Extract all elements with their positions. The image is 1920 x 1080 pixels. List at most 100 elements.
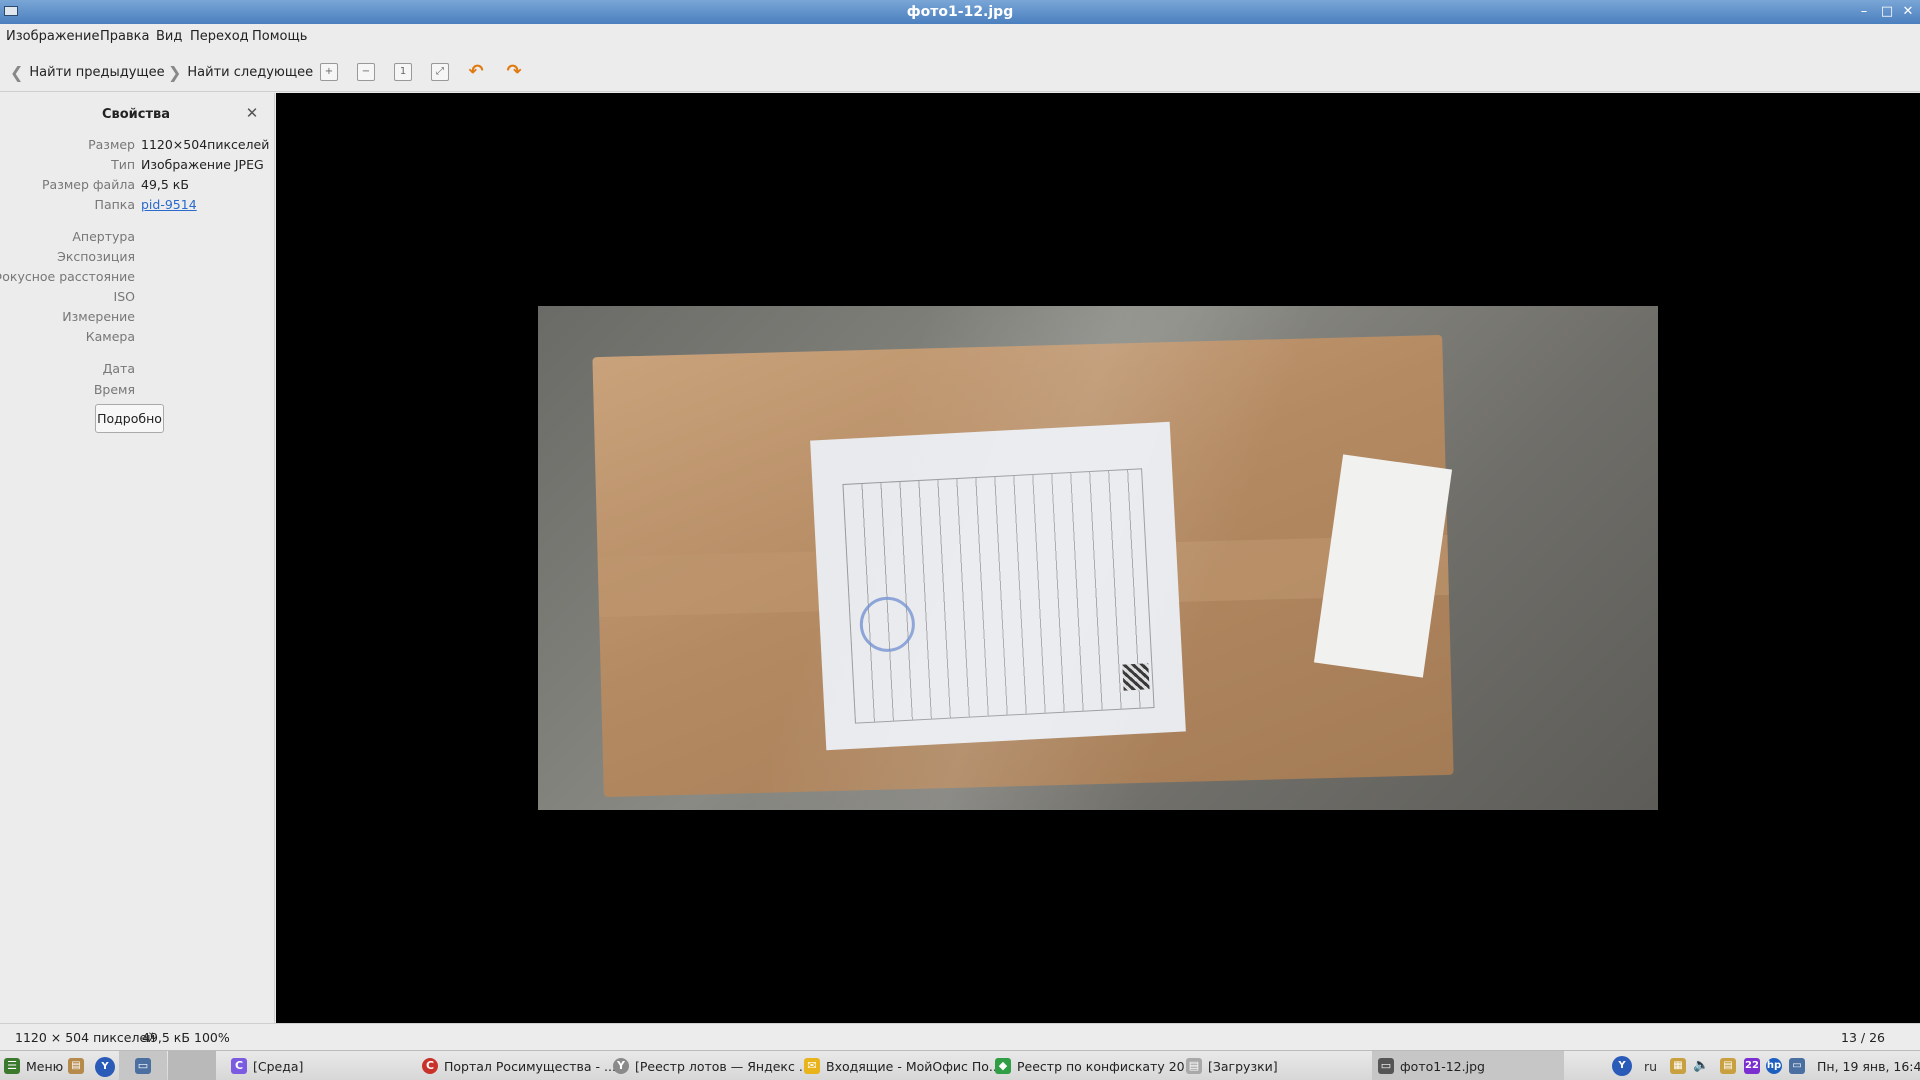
- task-label: Портал Росимущества - ...: [444, 1058, 616, 1074]
- task-label: [Загрузки]: [1208, 1058, 1278, 1074]
- task-item[interactable]: Y [Реестр лотов — Яндекс ...: [613, 1051, 811, 1080]
- status-dimensions: 1120 × 504 пикселей: [15, 1030, 156, 1045]
- status-filesize: 49,5 кБ: [142, 1030, 190, 1045]
- prop-type: Тип Изображение JPEG: [0, 157, 272, 175]
- task-label: [Среда]: [253, 1058, 304, 1074]
- prop-iso: ISO: [0, 289, 272, 307]
- find-previous-label: Найти предыдущее: [29, 64, 165, 80]
- arrow-right-icon: ❯: [168, 62, 182, 82]
- image-viewer-icon: ▭: [1378, 1058, 1394, 1074]
- app-icon: C: [231, 1058, 247, 1074]
- menu-help[interactable]: Помощь: [252, 29, 307, 44]
- menu-icon: ☰: [4, 1058, 20, 1074]
- prop-filesize: Размер файла 49,5 кБ: [0, 177, 272, 195]
- yandex-tray-icon[interactable]: Y: [1612, 1056, 1632, 1076]
- details-button[interactable]: Подробно: [95, 404, 164, 433]
- minimize-button[interactable]: –: [1856, 4, 1872, 20]
- rotate-left-icon[interactable]: ↶: [467, 63, 485, 81]
- prop-camera: Камера: [0, 329, 272, 347]
- photo-glare: [538, 306, 1658, 810]
- display-icon[interactable]: ▭: [1789, 1058, 1805, 1074]
- status-zoom: 100%: [194, 1030, 230, 1045]
- arrow-left-icon: ❮: [10, 62, 24, 82]
- zoom-in-icon[interactable]: +: [320, 63, 338, 81]
- prop-key: Время: [93, 382, 135, 397]
- title-bar: фото1-12.jpg – □ ✕: [0, 0, 1920, 24]
- zoom-fit-icon[interactable]: ⤢: [431, 63, 449, 81]
- task-item[interactable]: C [Среда]: [231, 1051, 303, 1080]
- network-icon[interactable]: ▦: [1670, 1058, 1686, 1074]
- desktop-2[interactable]: [168, 1051, 216, 1080]
- properties-sidebar: Свойства ✕ Размер 1120×504пикселей Тип И…: [0, 93, 275, 1023]
- yandex-browser-icon[interactable]: Y: [95, 1057, 115, 1077]
- start-menu-label: Меню: [26, 1058, 64, 1074]
- prop-key: Апертура: [72, 229, 135, 244]
- task-label: [Реестр лотов — Яндекс ...: [635, 1058, 811, 1074]
- workspace-icon: ▭: [135, 1058, 151, 1074]
- clock[interactable]: Пн, 19 янв, 16:42: [1817, 1051, 1920, 1080]
- zoom-normal-icon[interactable]: 1: [394, 63, 412, 81]
- task-label: Входящие - МойОфис По...: [826, 1058, 1001, 1074]
- prop-key: Камера: [85, 329, 135, 344]
- close-icon[interactable]: ✕: [244, 105, 260, 121]
- notification-badge[interactable]: 22: [1744, 1058, 1760, 1074]
- prop-key: Тип: [111, 157, 135, 172]
- prop-key: ISO: [113, 289, 135, 304]
- toolbar: ❮ Найти предыдущее ❯ Найти следующее + −…: [0, 50, 1920, 92]
- prop-folder: Папка pid-9514: [0, 197, 272, 215]
- menu-view[interactable]: Вид: [156, 29, 182, 44]
- start-menu-button[interactable]: ☰ Меню: [4, 1051, 63, 1080]
- file-manager-icon[interactable]: ▤: [68, 1058, 84, 1074]
- menu-bar: Изображение Правка Вид Переход Помощь: [0, 24, 1920, 50]
- prop-value: 49,5 кБ: [141, 177, 189, 192]
- window-title: фото1-12.jpg: [906, 4, 1014, 20]
- app-icon: C: [422, 1058, 438, 1074]
- prop-key: Фокусное расстояние: [0, 269, 135, 284]
- prop-date: Дата: [0, 361, 272, 379]
- task-item[interactable]: ▤ [Загрузки]: [1186, 1051, 1278, 1080]
- folder-link[interactable]: pid-9514: [141, 197, 197, 212]
- mail-icon: ✉: [804, 1058, 820, 1074]
- prop-key: Размер: [88, 137, 135, 152]
- task-item[interactable]: C Портал Росимущества - ...: [422, 1051, 616, 1080]
- task-item[interactable]: ✉ Входящие - МойОфис По...: [804, 1051, 1001, 1080]
- taskbar: ☰ Меню ▤ Y ▭ C [Среда] C Портал Росимуще…: [0, 1050, 1920, 1080]
- keyboard-layout[interactable]: ru: [1644, 1051, 1657, 1080]
- prop-aperture: Апертура: [0, 229, 272, 247]
- menu-image[interactable]: Изображение: [6, 29, 99, 44]
- prop-key: Измерение: [62, 309, 135, 324]
- prop-value: 1120×504пикселей: [141, 137, 270, 152]
- prop-time: Время: [0, 382, 272, 400]
- volume-icon[interactable]: 🔈: [1693, 1058, 1709, 1074]
- sidebar-title: Свойства: [101, 107, 171, 122]
- find-previous-button[interactable]: ❮ Найти предыдущее: [10, 62, 165, 82]
- status-position: 13 / 26: [1841, 1030, 1885, 1045]
- rotate-right-icon[interactable]: ↷: [505, 63, 523, 81]
- spreadsheet-icon: ◆: [995, 1058, 1011, 1074]
- task-label: фото1-12.jpg: [1400, 1058, 1485, 1074]
- prop-focal-length: Фокусное расстояние: [0, 269, 272, 287]
- task-label: Реестр по конфискату 20...: [1017, 1058, 1197, 1074]
- prop-size: Размер 1120×504пикселей: [0, 137, 272, 155]
- photo-image: [538, 306, 1658, 810]
- task-item-active[interactable]: ▭ фото1-12.jpg: [1372, 1051, 1564, 1080]
- prop-exposure: Экспозиция: [0, 249, 272, 267]
- find-next-button[interactable]: ❯ Найти следующее: [168, 62, 313, 82]
- prop-key: Размер файла: [42, 177, 135, 192]
- menu-go[interactable]: Переход: [190, 29, 249, 44]
- image-viewer[interactable]: [276, 93, 1920, 1023]
- desktop-1[interactable]: ▭: [119, 1051, 167, 1080]
- maximize-button[interactable]: □: [1879, 4, 1895, 20]
- status-bar: 1120 × 504 пикселей 49,5 кБ 100% 13 / 26: [0, 1023, 1920, 1050]
- prop-key: Экспозиция: [57, 249, 135, 264]
- clipboard-icon[interactable]: ▤: [1720, 1058, 1736, 1074]
- prop-metering: Измерение: [0, 309, 272, 327]
- app-icon: Y: [613, 1058, 629, 1074]
- menu-edit[interactable]: Правка: [100, 29, 149, 44]
- zoom-out-icon[interactable]: −: [357, 63, 375, 81]
- task-item[interactable]: ◆ Реестр по конфискату 20...: [995, 1051, 1197, 1080]
- close-button[interactable]: ✕: [1900, 4, 1916, 20]
- prop-key: Папка: [94, 197, 135, 212]
- find-next-label: Найти следующее: [187, 64, 314, 80]
- hp-icon[interactable]: hp: [1766, 1058, 1782, 1074]
